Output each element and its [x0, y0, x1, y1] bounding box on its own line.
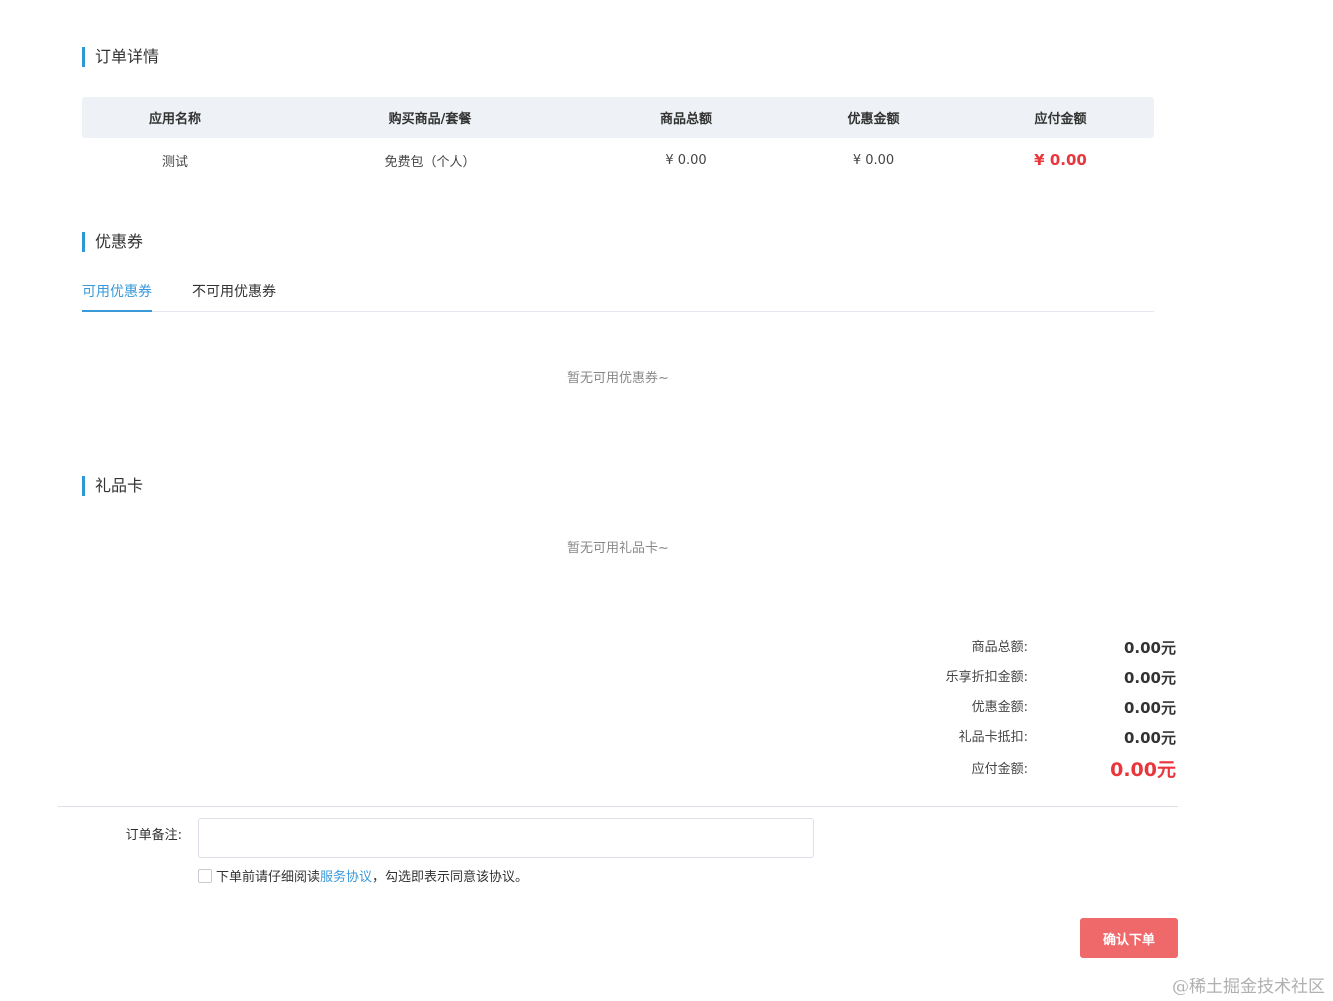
order-table-header: 应用名称 购买商品/套餐 商品总额 优惠金额 应付金额: [82, 97, 1154, 138]
coupons-title: 优惠券: [82, 232, 143, 252]
summary-row-total: 商品总额: 0.00元: [880, 636, 1178, 660]
summary-label: 优惠金额:: [971, 700, 1028, 715]
summary-value: 0.00元: [1123, 669, 1176, 687]
summary-value: 0.00元: [1123, 639, 1176, 657]
service-agreement-link[interactable]: 服务协议: [320, 870, 372, 885]
summary-label: 乐享折扣金额:: [945, 670, 1028, 685]
cell-payable: ¥ 0.00: [1034, 151, 1087, 169]
agreement-checkbox[interactable]: [198, 869, 212, 883]
header-total: 商品总额: [659, 112, 712, 127]
cell-discount: ¥ 0.00: [852, 152, 895, 168]
tab-available-coupons[interactable]: 可用优惠券: [82, 280, 152, 312]
agreement-row: 下单前请仔细阅读服务协议，勾选即表示同意该协议。: [198, 869, 528, 887]
divider: [58, 806, 1178, 807]
tab-unavailable-coupons[interactable]: 不可用优惠券: [192, 280, 276, 310]
coupon-tabs: 可用优惠券 不可用优惠券: [82, 280, 1154, 312]
summary-row-coupon-discount: 优惠金额: 0.00元: [880, 696, 1178, 720]
cell-package: 免费包（个人）: [384, 154, 476, 170]
header-discount: 优惠金额: [847, 112, 900, 127]
summary-label: 应付金额:: [971, 762, 1028, 777]
agreement-prefix: 下单前请仔细阅读: [216, 870, 321, 885]
cell-app-name: 测试: [161, 154, 188, 170]
summary-label: 礼品卡抵扣:: [958, 730, 1028, 745]
remark-input[interactable]: [198, 818, 814, 858]
header-app-name: 应用名称: [148, 112, 201, 127]
gift-cards-title: 礼品卡: [82, 476, 143, 496]
summary-row-gift-card: 礼品卡抵扣: 0.00元: [880, 726, 1178, 750]
agreement-suffix: ，勾选即表示同意该协议。: [372, 870, 529, 885]
coupons-empty-text: 暂无可用优惠券~: [567, 371, 669, 386]
header-package: 购买商品/套餐: [388, 112, 472, 127]
header-payable: 应付金额: [1034, 112, 1087, 127]
table-row: 测试 免费包（个人） ¥ 0.00 ¥ 0.00 ¥ 0.00: [82, 138, 1154, 182]
gift-cards-empty-text: 暂无可用礼品卡~: [567, 541, 669, 556]
summary-label: 商品总额:: [971, 640, 1028, 655]
order-details-title: 订单详情: [82, 47, 159, 67]
order-table: 应用名称 购买商品/套餐 商品总额 优惠金额 应付金额 测试 免费包（个人） ¥…: [82, 97, 1154, 182]
watermark: @稀土掘金技术社区: [1172, 977, 1325, 997]
confirm-order-button[interactable]: 确认下单: [1080, 918, 1178, 958]
summary-payable-value: 0.00元: [1110, 759, 1176, 781]
summary-row-payable: 应付金额: 0.00元: [880, 758, 1178, 782]
summary-value: 0.00元: [1123, 699, 1176, 717]
summary-value: 0.00元: [1123, 729, 1176, 747]
cell-total: ¥ 0.00: [665, 152, 707, 168]
remark-label: 订单备注:: [125, 828, 182, 843]
summary-row-member-discount: 乐享折扣金额: 0.00元: [880, 666, 1178, 690]
